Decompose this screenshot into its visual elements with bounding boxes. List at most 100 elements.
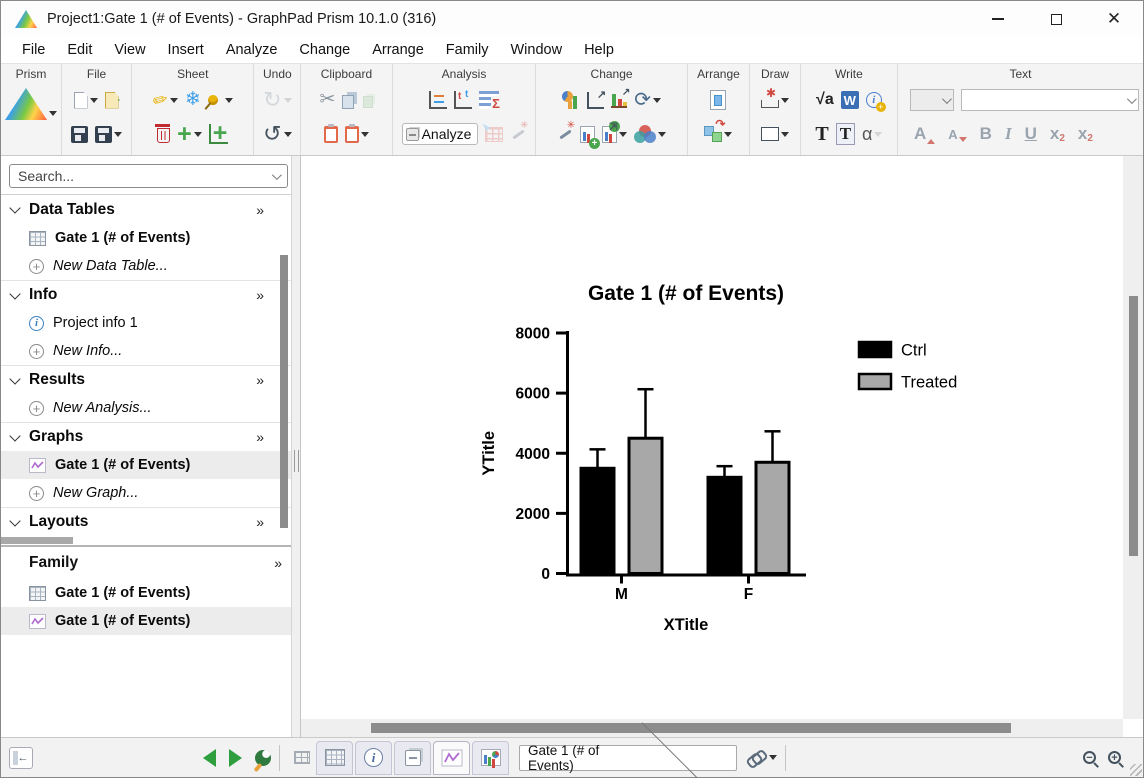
descriptive-stats-button[interactable]	[479, 91, 499, 109]
cut-button[interactable]: ✂	[319, 91, 335, 109]
redo-button[interactable]: ↻	[263, 90, 291, 110]
resize-grip[interactable]	[1130, 764, 1142, 776]
search-sheets-icon[interactable]	[255, 750, 271, 766]
menu-file[interactable]: File	[11, 39, 56, 61]
bar-chart[interactable]: Gate 1 (# of Events)02000400060008000MFX…	[301, 156, 1125, 719]
back-button[interactable]	[203, 749, 216, 767]
search-input[interactable]: Search...	[9, 164, 288, 188]
prism-welcome-button[interactable]	[5, 82, 57, 120]
save-as-button[interactable]	[95, 126, 122, 143]
sidebar-vertical-scrollbar[interactable]	[280, 255, 288, 528]
resize-graph-button[interactable]	[602, 126, 627, 143]
delete-sheet-button[interactable]	[157, 125, 170, 143]
sheet-selector-dropdown[interactable]: Gate 1 (# of Events)	[519, 745, 737, 771]
linked-sheets-button[interactable]	[747, 752, 777, 764]
tab-info[interactable]: i	[355, 741, 392, 775]
menu-view[interactable]: View	[103, 39, 156, 61]
increase-font-button[interactable]: A	[914, 124, 935, 144]
menu-analyze[interactable]: Analyze	[215, 39, 289, 61]
zoom-out-icon[interactable]: −	[1083, 751, 1096, 764]
sidebar-item-new-analysis[interactable]: + New Analysis...	[1, 394, 291, 422]
tab-graphs[interactable]	[433, 741, 470, 775]
save-button[interactable]	[71, 126, 88, 143]
change-graph-type-button[interactable]	[562, 91, 580, 109]
section-data-tables[interactable]: Data Tables »	[1, 195, 291, 224]
underline-button[interactable]: U	[1025, 124, 1037, 144]
legend-swatch-treated[interactable]	[859, 374, 891, 389]
equation-button[interactable]: √a	[816, 91, 834, 109]
paste-special-button[interactable]	[345, 126, 369, 143]
menu-arrange[interactable]: Arrange	[361, 39, 435, 61]
canvas-vertical-scrollbar-track[interactable]	[1123, 156, 1143, 719]
sidebar-horizontal-scrollbar[interactable]	[1, 537, 73, 544]
maximize-button[interactable]	[1027, 1, 1085, 37]
graph-canvas[interactable]: Gate 1 (# of Events)02000400060008000MFX…	[301, 156, 1143, 737]
x-category-label[interactable]: F	[744, 586, 753, 603]
sidebar-item-new-graph[interactable]: + New Graph...	[1, 479, 291, 507]
menu-family[interactable]: Family	[435, 39, 500, 61]
format-wand-button[interactable]	[557, 126, 573, 142]
sidebar-item-project-info-1[interactable]: i Project info 1	[1, 309, 291, 337]
open-file-button[interactable]	[105, 92, 120, 109]
canvas-vertical-scrollbar-thumb[interactable]	[1129, 296, 1138, 556]
menu-window[interactable]: Window	[500, 39, 574, 61]
expand-icon[interactable]: »	[274, 555, 281, 571]
apply-analysis-button[interactable]	[510, 126, 526, 142]
expand-icon[interactable]: »	[256, 287, 263, 303]
word-export-button[interactable]: W	[841, 91, 859, 109]
undo-button[interactable]: ↺	[263, 124, 291, 144]
gallery-view-icon[interactable]	[294, 751, 310, 764]
section-graphs[interactable]: Graphs »	[1, 422, 291, 451]
highlight-sheet-button[interactable]: ✏	[153, 91, 178, 109]
draw-annotation-button[interactable]	[761, 92, 789, 108]
bar-treated-m[interactable]	[629, 438, 662, 573]
color-scheme-button[interactable]	[634, 125, 666, 143]
paste-data-button[interactable]	[363, 93, 373, 108]
forward-button[interactable]	[229, 749, 242, 767]
tab-layouts[interactable]	[472, 741, 509, 775]
add-info-button[interactable]: i	[866, 92, 882, 108]
legend-label-ctrl[interactable]: Ctrl	[901, 342, 927, 360]
linked-table-button[interactable]	[485, 127, 503, 142]
subscript-button[interactable]: x2	[1078, 124, 1093, 144]
close-button[interactable]: ✕	[1085, 1, 1143, 37]
expand-icon[interactable]: »	[256, 202, 263, 218]
expand-icon[interactable]: »	[256, 429, 263, 445]
expand-icon[interactable]: »	[256, 514, 263, 530]
sidebar-item-data-table-gate1[interactable]: Gate 1 (# of Events)	[1, 224, 291, 252]
menu-edit[interactable]: Edit	[56, 39, 103, 61]
new-family-sheet-button[interactable]: +	[209, 124, 229, 144]
menu-insert[interactable]: Insert	[157, 39, 215, 61]
legend-swatch-ctrl[interactable]	[859, 342, 891, 357]
section-layouts[interactable]: Layouts »	[1, 507, 291, 536]
ttest-button[interactable]: tt	[454, 91, 472, 109]
collapse-navigator-button[interactable]	[9, 747, 33, 769]
expand-icon[interactable]: »	[256, 372, 263, 388]
tab-results[interactable]	[394, 741, 431, 775]
draw-shape-button[interactable]	[761, 127, 789, 141]
zoom-in-icon[interactable]: +	[1108, 751, 1121, 764]
change-axes-button[interactable]	[587, 92, 604, 109]
add-plot-button[interactable]	[580, 126, 595, 143]
arrange-objects-button[interactable]	[704, 126, 732, 142]
minimize-button[interactable]	[969, 1, 1027, 37]
new-sheet-button[interactable]: +	[177, 124, 202, 144]
font-size-combobox[interactable]	[910, 89, 954, 111]
page-layout-button[interactable]	[710, 90, 726, 110]
greek-letter-button[interactable]: α	[862, 124, 882, 145]
y-axis-title[interactable]: YTitle	[480, 431, 498, 476]
sidebar-item-new-info[interactable]: + New Info...	[1, 337, 291, 365]
tab-data-tables[interactable]	[316, 741, 353, 775]
freeze-sheet-button[interactable]: ❄	[185, 91, 201, 109]
interpolate-button[interactable]	[429, 91, 447, 109]
bar-ctrl-m[interactable]	[581, 468, 614, 573]
section-results[interactable]: Results »	[1, 365, 291, 394]
superscript-button[interactable]: x2	[1050, 124, 1065, 144]
menu-help[interactable]: Help	[573, 39, 625, 61]
canvas-horizontal-scrollbar-thumb[interactable]	[371, 723, 1011, 733]
italic-button[interactable]: I	[1005, 124, 1012, 144]
x-axis-title[interactable]: XTitle	[664, 616, 709, 634]
menu-change[interactable]: Change	[288, 39, 361, 61]
sidebar-item-graph-gate1[interactable]: Gate 1 (# of Events)	[1, 451, 291, 479]
section-info[interactable]: Info »	[1, 280, 291, 309]
